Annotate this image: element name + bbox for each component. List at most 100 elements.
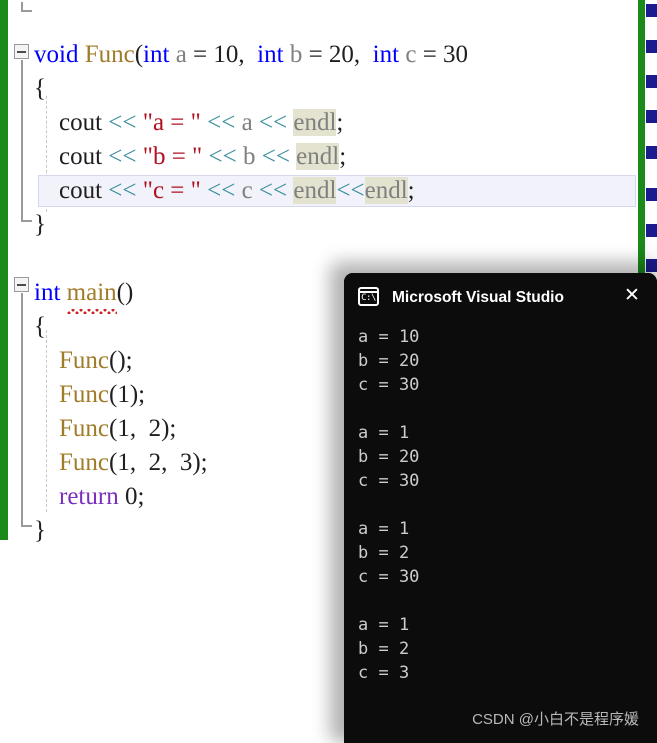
code-token: b — [289, 41, 303, 68]
code-token: << — [207, 109, 236, 136]
code-token: 10 — [213, 41, 239, 68]
code-line-text: cout << "c = " << c << endl<<endl; — [34, 177, 415, 204]
console-line: a = 10 — [358, 327, 420, 347]
code-line-text: cout << "a = " << a << endl; — [34, 109, 343, 136]
code-line[interactable]: cout << "c = " << c << endl<<endl; — [0, 174, 640, 208]
console-line: a = 1 — [358, 423, 410, 443]
command-prompt-icon-glyph: C:\ — [361, 292, 376, 303]
code-token: 3 — [179, 449, 193, 476]
command-prompt-icon: C:\ — [358, 286, 379, 306]
code-token: endl — [364, 177, 408, 204]
code-token: b — [242, 143, 256, 170]
code-token: ); — [129, 381, 146, 408]
console-title-bar[interactable]: C:\ Microsoft Visual Studio 调试控 ✕ — [344, 273, 657, 319]
code-token: << — [208, 143, 237, 170]
code-token: Func — [59, 449, 109, 476]
code-line-text: Func(1, 2, 3); — [34, 449, 208, 476]
scrollbar-map[interactable] — [646, 0, 657, 290]
console-output: a = 10 b = 20 c = 30 a = 1 b = 20 c = 30 a = 1… — [344, 319, 657, 685]
code-line[interactable]: { — [0, 72, 640, 106]
code-token: "c = " — [142, 177, 201, 204]
code-token: cout — [34, 177, 109, 204]
fold-region-end-stub — [21, 2, 32, 12]
console-line: c = 30 — [358, 471, 420, 491]
code-token: ; — [339, 143, 347, 170]
code-token: } — [34, 211, 46, 238]
console-line: a = 1 — [358, 519, 410, 539]
code-token: 1 — [117, 415, 130, 442]
code-token: ( — [134, 41, 144, 68]
console-line: b = 2 — [358, 543, 410, 563]
console-line: c = 3 — [358, 663, 410, 683]
code-line-text: { — [34, 313, 46, 340]
code-token: << — [336, 177, 365, 204]
code-token: << — [207, 177, 236, 204]
code-token: 2 — [148, 449, 162, 476]
code-token: ); — [161, 415, 177, 442]
code-line-text: Func(); — [34, 347, 133, 374]
code-token: { — [34, 75, 46, 102]
code-line-text: } — [34, 517, 46, 544]
code-line-text: { — [34, 75, 46, 102]
code-token: << — [108, 177, 137, 204]
code-token: cout — [34, 143, 109, 170]
code-line[interactable]: void Func(int a = 10, int b = 20, int c … — [0, 38, 640, 72]
screenshot-root: void Func(int a = 10, int b = 20, int c … — [0, 0, 657, 743]
code-line-text: return 0; — [34, 483, 144, 510]
code-token: 0 — [124, 483, 138, 510]
close-icon[interactable]: ✕ — [621, 285, 643, 307]
code-line[interactable]: } — [0, 208, 640, 242]
code-token: main — [66, 276, 117, 314]
code-token: c — [405, 41, 417, 68]
console-window[interactable]: C:\ Microsoft Visual Studio 调试控 ✕ a = 10… — [344, 273, 657, 743]
code-token: , — [161, 449, 180, 476]
code-token: Func — [84, 41, 135, 68]
code-line[interactable]: cout << "a = " << a << endl; — [0, 106, 640, 140]
code-token: , — [238, 41, 258, 68]
code-token: c — [241, 177, 253, 204]
code-token: Func — [59, 347, 109, 374]
console-line: b = 2 — [358, 639, 410, 659]
code-token: 1 — [117, 449, 130, 476]
console-line: c = 30 — [358, 567, 420, 587]
code-token: return — [59, 483, 119, 510]
code-token: () — [116, 279, 134, 306]
code-token: { — [34, 313, 46, 340]
console-line: c = 30 — [358, 375, 420, 395]
code-token: "a = " — [142, 109, 201, 136]
code-token: ; — [137, 483, 145, 510]
console-line: a = 1 — [358, 615, 410, 635]
watermark: CSDN @小白不是程序媛 — [472, 711, 639, 728]
scrollbar-map-mark — [646, 4, 657, 17]
code-token: endl — [293, 109, 337, 136]
code-token: = — [186, 41, 214, 68]
code-line-text: Func(1); — [34, 381, 145, 408]
code-line[interactable]: cout << "b = " << b << endl; — [0, 140, 640, 174]
scrollbar-map-mark — [646, 146, 657, 159]
code-token: << — [108, 109, 137, 136]
code-line-text: void Func(int a = 10, int b = 20, int c … — [34, 41, 468, 68]
code-token: 1 — [117, 381, 130, 408]
code-token: 20 — [328, 41, 354, 68]
code-token: = — [302, 41, 329, 68]
code-token: Func — [59, 415, 109, 442]
code-token: Func — [59, 381, 109, 408]
code-token: = — [416, 41, 444, 68]
console-line: b = 20 — [358, 351, 420, 371]
code-token: "b = " — [142, 143, 203, 170]
code-token: cout — [34, 109, 109, 136]
code-token: int — [257, 41, 284, 68]
code-token: 30 — [443, 41, 469, 68]
code-token: << — [108, 143, 137, 170]
code-token: , — [353, 41, 373, 68]
code-token: ); — [192, 449, 208, 476]
code-token: << — [261, 143, 290, 170]
code-token: a — [241, 109, 253, 136]
code-token: void — [34, 41, 79, 68]
scrollbar-map-mark — [646, 224, 657, 237]
